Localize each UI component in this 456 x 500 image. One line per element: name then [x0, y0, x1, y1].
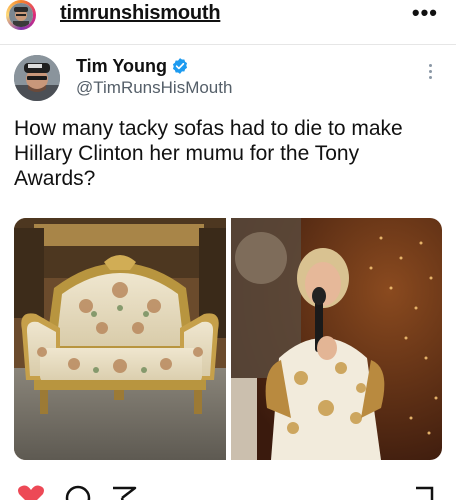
heart-icon[interactable]: [16, 484, 46, 500]
profile-avatar-ring[interactable]: [6, 0, 36, 30]
verified-badge-icon: [172, 58, 188, 74]
tweet-more-icon: [428, 64, 434, 84]
tweet-handle: @TimRunsHisMouth: [76, 78, 233, 97]
tweet-avatar: [14, 55, 60, 101]
header-divider: [0, 44, 456, 45]
tweet-text: How many tacky sofas had to die to make …: [14, 117, 403, 190]
tweet-image-speaker: [231, 218, 442, 460]
tweet-display-name: Tim Young: [76, 56, 168, 76]
avatar: [9, 3, 33, 27]
comment-icon[interactable]: [64, 484, 92, 500]
tweet-image-sofa: [14, 218, 226, 460]
more-options-icon[interactable]: •••: [412, 0, 438, 26]
post-username[interactable]: timrunshismouth: [60, 2, 221, 25]
post-action-bar: [0, 484, 456, 500]
share-icon[interactable]: [110, 484, 138, 500]
instagram-header: timrunshismouth •••: [0, 0, 456, 34]
bookmark-icon[interactable]: [412, 484, 436, 500]
